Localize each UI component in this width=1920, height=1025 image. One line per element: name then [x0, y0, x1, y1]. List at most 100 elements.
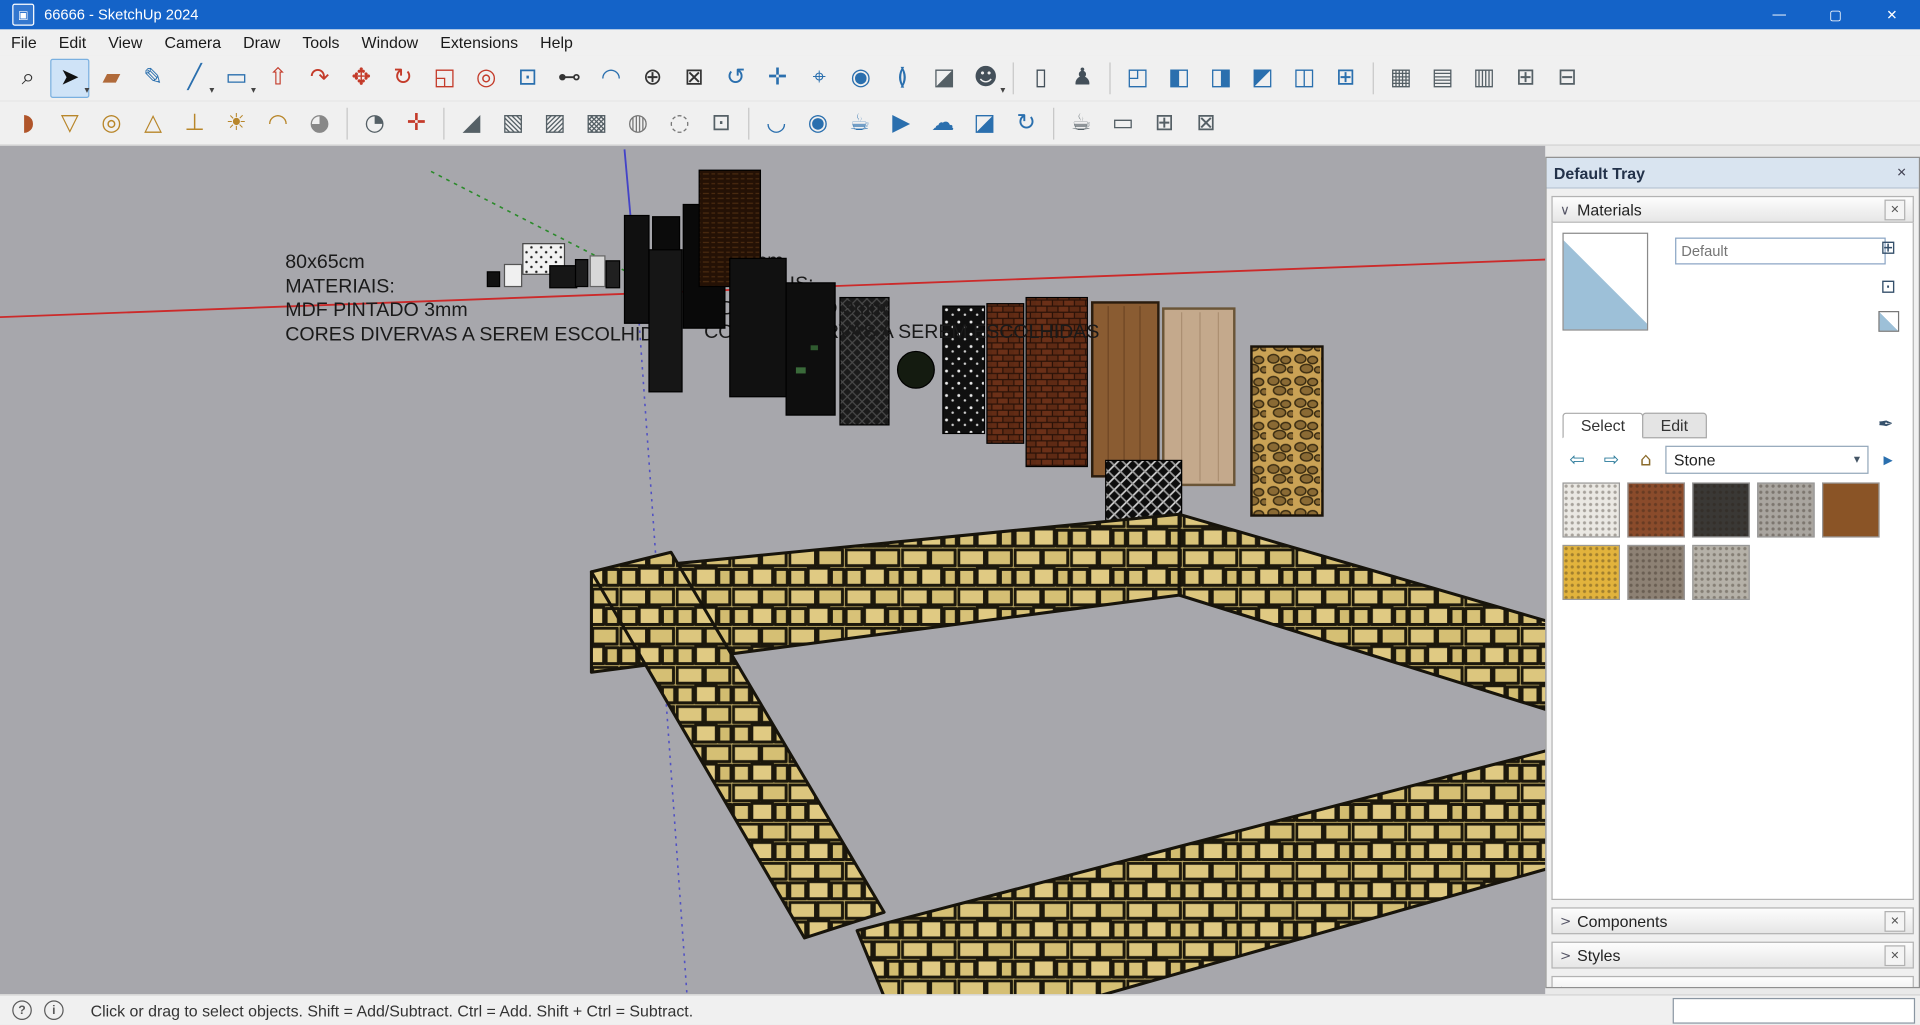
- soften-edges-icon[interactable]: ◡: [757, 103, 796, 142]
- model-viewport[interactable]: 80x65cm MATERIAIS: MDF PINTADO 3mm CORES…: [0, 145, 1546, 995]
- pushpull-tool-icon[interactable]: ⇧: [258, 58, 297, 97]
- line-tool-icon[interactable]: ╱ ▾: [175, 58, 215, 97]
- look-around-icon[interactable]: ◉: [841, 58, 880, 97]
- sample-paint-icon[interactable]: ✒: [1871, 409, 1900, 438]
- components-section-header[interactable]: > Components ✕: [1551, 907, 1914, 935]
- wood-sample-panel[interactable]: [1162, 307, 1236, 487]
- details-arrow-icon[interactable]: ▸: [1873, 444, 1902, 473]
- grid-tool-icon[interactable]: ▦: [1381, 58, 1420, 97]
- axes-move-icon[interactable]: ✛: [397, 103, 436, 142]
- components-close-icon[interactable]: ✕: [1884, 910, 1906, 932]
- outer-shell-icon[interactable]: ◰: [1118, 58, 1157, 97]
- wood-sample-panel[interactable]: [1091, 301, 1160, 478]
- dot-sphere-icon[interactable]: ◍: [618, 103, 657, 142]
- select-tool-icon-dropdown[interactable]: ▾: [84, 84, 89, 95]
- default-material-chip[interactable]: [1877, 311, 1899, 332]
- minimize-button[interactable]: —: [1751, 0, 1807, 29]
- solid-union-icon[interactable]: ◧: [1160, 58, 1199, 97]
- solid-trim-icon[interactable]: ◩: [1243, 58, 1282, 97]
- geolocation-help-icon[interactable]: ?: [12, 1000, 32, 1021]
- dome-icon[interactable]: ◠: [258, 103, 297, 142]
- search-tool-icon[interactable]: ⌕: [9, 58, 48, 97]
- chevron-right-icon[interactable]: >: [1560, 947, 1577, 963]
- materials-section-header[interactable]: ∨ Materials ✕: [1551, 195, 1914, 223]
- smooth-icon[interactable]: ◉: [798, 103, 837, 142]
- menu-item-camera[interactable]: Camera: [153, 29, 232, 55]
- protractor-icon[interactable]: ◠: [591, 58, 630, 97]
- stone-sample-panel[interactable]: [1250, 345, 1324, 517]
- line-tool-icon-dropdown[interactable]: ▾: [209, 84, 214, 95]
- sun-icon[interactable]: ☀: [217, 103, 256, 142]
- followme-tool-icon[interactable]: ↷: [300, 58, 339, 97]
- select-tool-icon[interactable]: ➤ ▾: [50, 58, 90, 98]
- chevron-right-icon[interactable]: >: [1560, 913, 1577, 929]
- screen-icon[interactable]: ▭: [1103, 103, 1142, 142]
- layout-tool-icon[interactable]: ⊟: [1548, 58, 1587, 97]
- material-sample-panel[interactable]: [574, 258, 589, 288]
- table-tool-icon[interactable]: ▥: [1464, 58, 1503, 97]
- ring-icon[interactable]: ◎: [92, 103, 131, 142]
- menu-item-view[interactable]: View: [97, 29, 153, 55]
- material-sample-panel[interactable]: [503, 263, 523, 288]
- offset-tool-icon[interactable]: ◎: [467, 58, 506, 97]
- menu-item-help[interactable]: Help: [529, 29, 584, 55]
- tab-select[interactable]: Select: [1562, 412, 1644, 439]
- frame-tool-icon[interactable]: ▤: [1423, 58, 1462, 97]
- checker-box-icon[interactable]: ▩: [577, 103, 616, 142]
- position-camera-icon[interactable]: ⌖: [800, 58, 839, 97]
- window-icon[interactable]: ⊞: [1145, 103, 1184, 142]
- menu-item-file[interactable]: File: [0, 29, 48, 55]
- zoom-tool-icon[interactable]: ⊕: [633, 58, 672, 97]
- truncated-section-header[interactable]: >: [1551, 975, 1914, 987]
- avatar-icon-dropdown[interactable]: ▾: [1000, 84, 1005, 95]
- stone-swatch-6[interactable]: [1562, 544, 1621, 601]
- pencil-tool-icon[interactable]: ✎: [133, 58, 172, 97]
- stone-swatch-8[interactable]: [1692, 544, 1750, 601]
- cone-icon[interactable]: △: [133, 103, 172, 142]
- stone-swatch-3[interactable]: [1692, 482, 1750, 538]
- menu-item-tools[interactable]: Tools: [291, 29, 350, 55]
- material-preview-thumbnail[interactable]: [1562, 232, 1649, 331]
- close-button[interactable]: ✕: [1864, 0, 1920, 29]
- forward-arrow-icon[interactable]: ⇨: [1597, 444, 1626, 473]
- avatar-icon[interactable]: ☻ ▾: [966, 58, 1006, 97]
- material-sample-panel[interactable]: [729, 257, 787, 398]
- maximize-button[interactable]: ▢: [1807, 0, 1863, 29]
- menu-item-edit[interactable]: Edit: [48, 29, 97, 55]
- paint-bucket-icon[interactable]: ◗: [9, 103, 48, 142]
- create-material-icon[interactable]: ⊞: [1873, 233, 1902, 262]
- material-sample-panel[interactable]: [549, 265, 578, 289]
- lock-icon[interactable]: ⊠: [1187, 103, 1226, 142]
- menu-item-draw[interactable]: Draw: [232, 29, 291, 55]
- pot-icon[interactable]: ☕: [840, 103, 879, 142]
- hatch-box-icon[interactable]: ▧: [493, 103, 532, 142]
- back-arrow-icon[interactable]: ⇦: [1562, 444, 1591, 473]
- material-category-dropdown[interactable]: Stone ▾: [1665, 445, 1869, 474]
- shape-tool-icon[interactable]: ▭ ▾: [217, 58, 256, 97]
- funnel-icon[interactable]: ▽: [50, 103, 89, 142]
- pin-icon[interactable]: ⊥: [175, 103, 214, 142]
- slope-icon[interactable]: ◢: [452, 103, 491, 142]
- measurements-box[interactable]: [1672, 997, 1916, 1024]
- play-icon[interactable]: ▶: [882, 103, 921, 142]
- circle-select-icon[interactable]: ◔: [355, 103, 394, 142]
- refresh-icon[interactable]: ↻: [1007, 103, 1046, 142]
- menu-item-window[interactable]: Window: [351, 29, 430, 55]
- stone-swatch-7[interactable]: [1627, 544, 1685, 601]
- cells-tool-icon[interactable]: ⊞: [1506, 58, 1545, 97]
- paste-icon[interactable]: ⊡: [702, 103, 741, 142]
- mesh-box-icon[interactable]: ▨: [535, 103, 574, 142]
- image-icon[interactable]: ◪: [965, 103, 1004, 142]
- zoom-extents-icon[interactable]: ⊠: [675, 58, 714, 97]
- plant-sample[interactable]: [896, 350, 935, 389]
- stone-swatch-4[interactable]: [1757, 482, 1815, 538]
- solid-subtract-icon[interactable]: ◨: [1201, 58, 1240, 97]
- new-file-icon[interactable]: ▯: [1021, 58, 1060, 97]
- chevron-down-icon[interactable]: ∨: [1560, 201, 1577, 217]
- menu-item-extensions[interactable]: Extensions: [429, 29, 529, 55]
- styles-close-icon[interactable]: ✕: [1884, 944, 1906, 966]
- materials-close-icon[interactable]: ✕: [1884, 198, 1906, 220]
- material-sample-panel[interactable]: [623, 214, 650, 324]
- styles-section-header[interactable]: > Styles ✕: [1551, 941, 1914, 969]
- pan-tool-icon[interactable]: ✛: [758, 58, 797, 97]
